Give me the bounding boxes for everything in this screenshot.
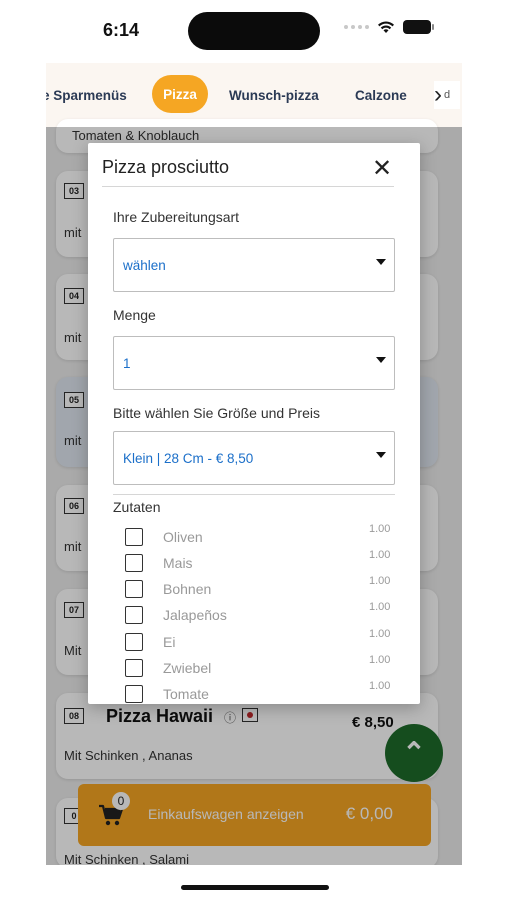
ingredient-name: Bohnen bbox=[163, 581, 212, 597]
caret-down-icon bbox=[376, 357, 386, 363]
checkbox[interactable] bbox=[125, 659, 143, 677]
ingredient-name: Mais bbox=[163, 555, 193, 571]
chevron-right-icon: › bbox=[434, 81, 442, 108]
ingredient-price: 1.00 bbox=[369, 628, 391, 640]
checkbox[interactable] bbox=[125, 580, 143, 598]
checkbox[interactable] bbox=[125, 554, 143, 572]
home-indicator[interactable] bbox=[181, 885, 329, 890]
ingredient-price: 1.00 bbox=[369, 549, 391, 561]
ingredient-name: Jalapeños bbox=[163, 607, 227, 623]
dynamic-island bbox=[188, 12, 320, 50]
ingredient-price: 1.00 bbox=[369, 680, 391, 692]
ingredient-option[interactable]: Oliven 1.00 bbox=[125, 523, 395, 550]
caret-down-icon bbox=[376, 259, 386, 265]
ingredient-name: Oliven bbox=[163, 529, 203, 545]
ingredient-price: 1.00 bbox=[369, 575, 391, 587]
prep-label: Ihre Zubereitungsart bbox=[113, 209, 240, 225]
quantity-label: Menge bbox=[113, 307, 156, 323]
checkbox[interactable] bbox=[125, 685, 143, 703]
divider bbox=[113, 494, 395, 495]
prep-select[interactable]: wählen bbox=[113, 238, 395, 292]
ingredient-option[interactable]: Mais 1.00 bbox=[125, 549, 395, 576]
category-bar: e Sparmenüs Pizza Wunsch-pizza Calzone ›… bbox=[46, 63, 462, 127]
ingredient-name: Zwiebel bbox=[163, 660, 212, 676]
category-pizza[interactable]: Pizza bbox=[152, 75, 208, 113]
ingredients-label: Zutaten bbox=[113, 499, 161, 515]
quantity-value: 1 bbox=[123, 356, 131, 371]
ingredient-price: 1.00 bbox=[369, 523, 391, 535]
ingredient-option[interactable]: Jalapeños 1.00 bbox=[125, 601, 395, 628]
ingredient-option[interactable]: Bohnen 1.00 bbox=[125, 575, 395, 602]
divider bbox=[102, 186, 394, 187]
ingredient-name: Ei bbox=[163, 634, 176, 650]
checkbox[interactable] bbox=[125, 528, 143, 546]
dialog-title: Pizza prosciutto bbox=[102, 157, 230, 177]
product-options-dialog: Pizza prosciutto ✕ Ihre Zubereitungsart … bbox=[88, 143, 420, 704]
category-wunsch-pizza[interactable]: Wunsch-pizza bbox=[229, 88, 319, 103]
status-icons bbox=[344, 20, 434, 34]
category-calzone[interactable]: Calzone bbox=[355, 88, 407, 103]
category-next-button[interactable]: › d bbox=[434, 81, 460, 109]
prep-value: wählen bbox=[123, 258, 166, 273]
ingredient-option[interactable]: Tomate 1.00 bbox=[125, 680, 395, 704]
ingredient-price: 1.00 bbox=[369, 601, 391, 613]
category-overflow-label: d bbox=[444, 89, 451, 101]
size-label: Bitte wählen Sie Größe und Preis bbox=[113, 405, 320, 421]
checkbox[interactable] bbox=[125, 633, 143, 651]
checkbox[interactable] bbox=[125, 606, 143, 624]
ingredient-option[interactable]: Zwiebel 1.00 bbox=[125, 654, 395, 681]
ingredient-option[interactable]: Ei 1.00 bbox=[125, 628, 395, 655]
category-sparmenues[interactable]: e Sparmenüs bbox=[46, 88, 127, 103]
ingredient-price: 1.00 bbox=[369, 654, 391, 666]
wifi-icon bbox=[378, 21, 394, 33]
close-icon[interactable]: ✕ bbox=[372, 157, 392, 181]
ingredient-name: Tomate bbox=[163, 686, 209, 702]
status-time: 6:14 bbox=[103, 20, 140, 40]
size-select[interactable]: Klein | 28 Cm - € 8,50 bbox=[113, 431, 395, 485]
battery-icon bbox=[403, 20, 434, 34]
caret-down-icon bbox=[376, 452, 386, 458]
size-value: Klein | 28 Cm - € 8,50 bbox=[123, 451, 254, 466]
quantity-select[interactable]: 1 bbox=[113, 336, 395, 390]
signal-icon bbox=[344, 25, 369, 29]
